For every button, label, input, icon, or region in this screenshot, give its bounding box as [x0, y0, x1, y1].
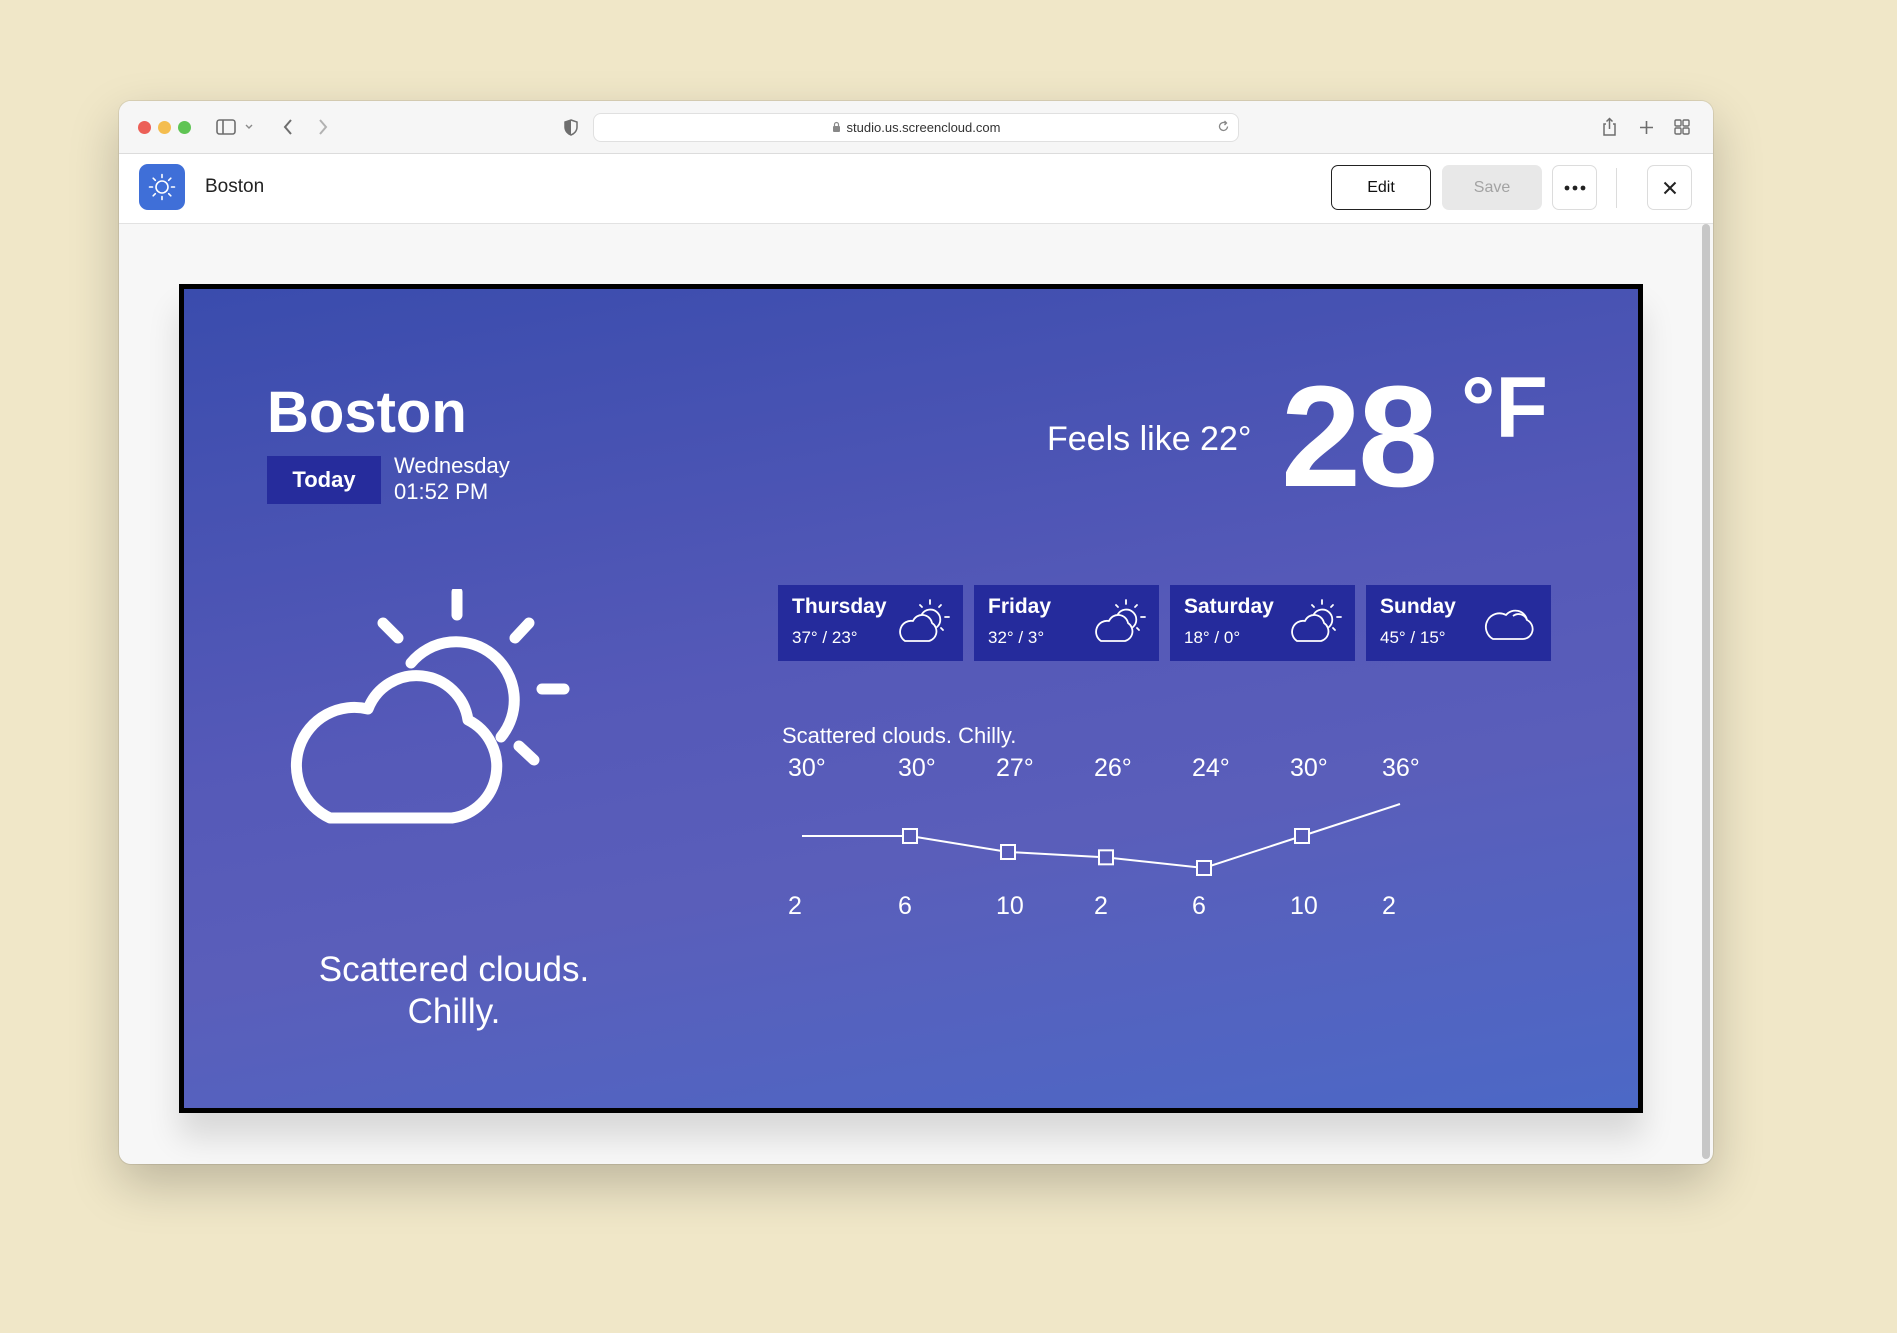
scrollbar[interactable] — [1702, 224, 1710, 1159]
forecast-card-sunday: Sunday 45° / 15° — [1366, 585, 1551, 661]
tab-overview-icon[interactable] — [1673, 115, 1691, 139]
current-day: Wednesday — [394, 453, 510, 478]
shield-icon[interactable] — [562, 115, 580, 139]
data-point-marker — [1196, 860, 1212, 876]
city-name: Boston — [267, 380, 467, 445]
forecast-day: Thursday — [792, 595, 887, 618]
hourly-temp-label: 27° — [996, 754, 1034, 782]
hourly-temp-label: 30° — [1290, 754, 1328, 782]
forward-icon[interactable] — [314, 115, 332, 139]
url-text: studio.us.screencloud.com — [846, 120, 1001, 135]
browser-toolbar: studio.us.screencloud.com — [119, 101, 1713, 154]
partly-cloudy-icon — [272, 586, 572, 844]
hour-label: 6 — [1192, 892, 1206, 920]
hour-label: 2 — [788, 892, 802, 920]
sun-app-icon — [139, 164, 185, 210]
forecast-day: Saturday — [1184, 595, 1274, 618]
hour-label: 10 — [1290, 892, 1318, 920]
description-line-2: Chilly. — [407, 992, 501, 1031]
browser-window: studio.us.screencloud.com Boston Edit Sa… — [119, 101, 1713, 1164]
feels-like: Feels like 22° — [1047, 420, 1252, 458]
app-header: Boston Edit Save — [119, 154, 1713, 224]
cloud-icon — [1484, 609, 1534, 640]
forecast-day: Sunday — [1380, 595, 1456, 618]
description-line-1: Scattered clouds. — [318, 950, 590, 989]
hourly-temp-label: 30° — [788, 754, 826, 782]
data-point-marker — [1000, 844, 1016, 860]
temperature-unit: °F — [1461, 360, 1548, 456]
zoom-window-button[interactable] — [178, 121, 191, 134]
current-description: Scattered clouds. Chilly. — [274, 949, 634, 1033]
forecast-temps: 45° / 15° — [1380, 628, 1446, 647]
hourly-temp-label: 36° — [1382, 754, 1420, 782]
hourly-temp-label: 30° — [898, 754, 936, 782]
hour-label: 2 — [1382, 892, 1396, 920]
forecast-temps: 18° / 0° — [1184, 628, 1241, 647]
data-point-marker — [902, 828, 918, 844]
forecast-day: Friday — [988, 595, 1052, 618]
forecast-temps: 32° / 3° — [988, 628, 1045, 647]
forecast-summary: Scattered clouds. Chilly. — [782, 723, 1017, 748]
current-temperature: 28 — [1281, 356, 1438, 517]
forecast-card-friday: Friday 32° / 3° — [974, 585, 1159, 661]
data-point-marker — [1294, 828, 1310, 844]
reload-icon[interactable] — [1217, 120, 1230, 136]
current-time: 01:52 PM — [394, 479, 489, 504]
save-button[interactable]: Save — [1442, 165, 1542, 210]
more-icon — [1564, 185, 1585, 190]
forecast-card-thursday: Thursday 37° / 23° — [778, 585, 963, 661]
back-icon[interactable] — [279, 115, 297, 139]
lock-icon — [832, 120, 841, 135]
chevron-down-icon[interactable] — [243, 115, 255, 139]
close-icon — [1663, 181, 1676, 194]
partly-cloudy-icon — [1291, 599, 1342, 642]
hourly-temp-label: 26° — [1094, 754, 1132, 782]
forecast-card-saturday: Saturday 18° / 0° — [1170, 585, 1355, 661]
toolbar-divider — [1616, 168, 1617, 208]
today-badge: Today — [267, 456, 381, 504]
share-icon[interactable] — [1600, 115, 1618, 139]
weather-screen-preview: Boston Today Wednesday 01:52 PM Feels li… — [179, 284, 1643, 1113]
edit-button[interactable]: Edit — [1331, 165, 1431, 210]
partly-cloudy-icon — [1095, 599, 1146, 642]
close-window-button[interactable] — [138, 121, 151, 134]
partly-cloudy-icon — [899, 599, 950, 642]
hour-label: 2 — [1094, 892, 1108, 920]
more-options-button[interactable] — [1552, 165, 1597, 210]
hourly-line-plot — [802, 803, 1401, 876]
hourly-temp-label: 24° — [1192, 754, 1230, 782]
sidebar-toggle-icon[interactable] — [215, 115, 237, 139]
new-tab-icon[interactable] — [1637, 115, 1655, 139]
hour-label: 6 — [898, 892, 912, 920]
forecast-temps: 37° / 23° — [792, 628, 858, 647]
minimize-window-button[interactable] — [158, 121, 171, 134]
data-point-marker — [1098, 849, 1114, 866]
address-bar[interactable]: studio.us.screencloud.com — [593, 113, 1239, 142]
app-title: Boston — [205, 176, 265, 197]
hour-label: 10 — [996, 892, 1024, 920]
close-button[interactable] — [1647, 165, 1692, 210]
